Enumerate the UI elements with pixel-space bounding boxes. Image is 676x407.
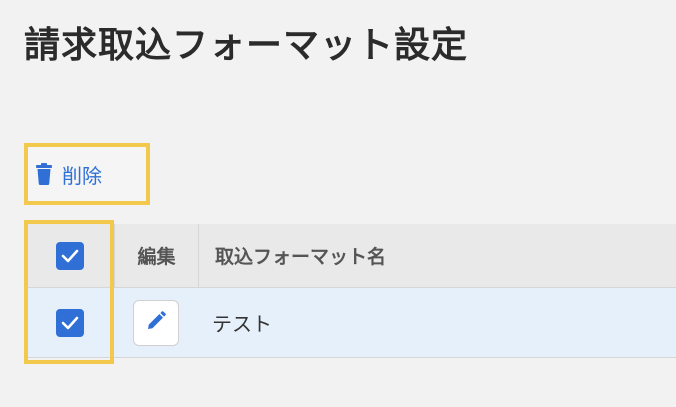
table-row[interactable]: テスト [26,288,676,358]
page-title: 請求取込フォーマット設定 [24,25,469,66]
select-all-checkbox[interactable] [56,241,84,270]
pencil-icon [146,310,166,335]
table-header: 編集 取込フォーマット名 [26,224,676,288]
delete-action-highlight: 削除 [24,143,150,205]
row-checkbox-cell [26,288,114,357]
trash-icon [36,163,52,185]
row-edit-cell [114,288,198,357]
format-name-cell: テスト [212,312,272,336]
delete-label: 削除 [62,163,102,188]
checkmark-icon [61,249,79,262]
edit-button[interactable] [133,299,179,346]
column-header-edit: 編集 [114,224,198,287]
format-table: 編集 取込フォーマット名 テスト [26,224,676,360]
checkmark-icon [61,316,79,329]
row-checkbox[interactable] [56,308,84,337]
header-checkbox-cell [26,224,114,287]
delete-button[interactable]: 削除 [36,157,102,191]
column-header-format-name: 取込フォーマット名 [198,224,676,287]
